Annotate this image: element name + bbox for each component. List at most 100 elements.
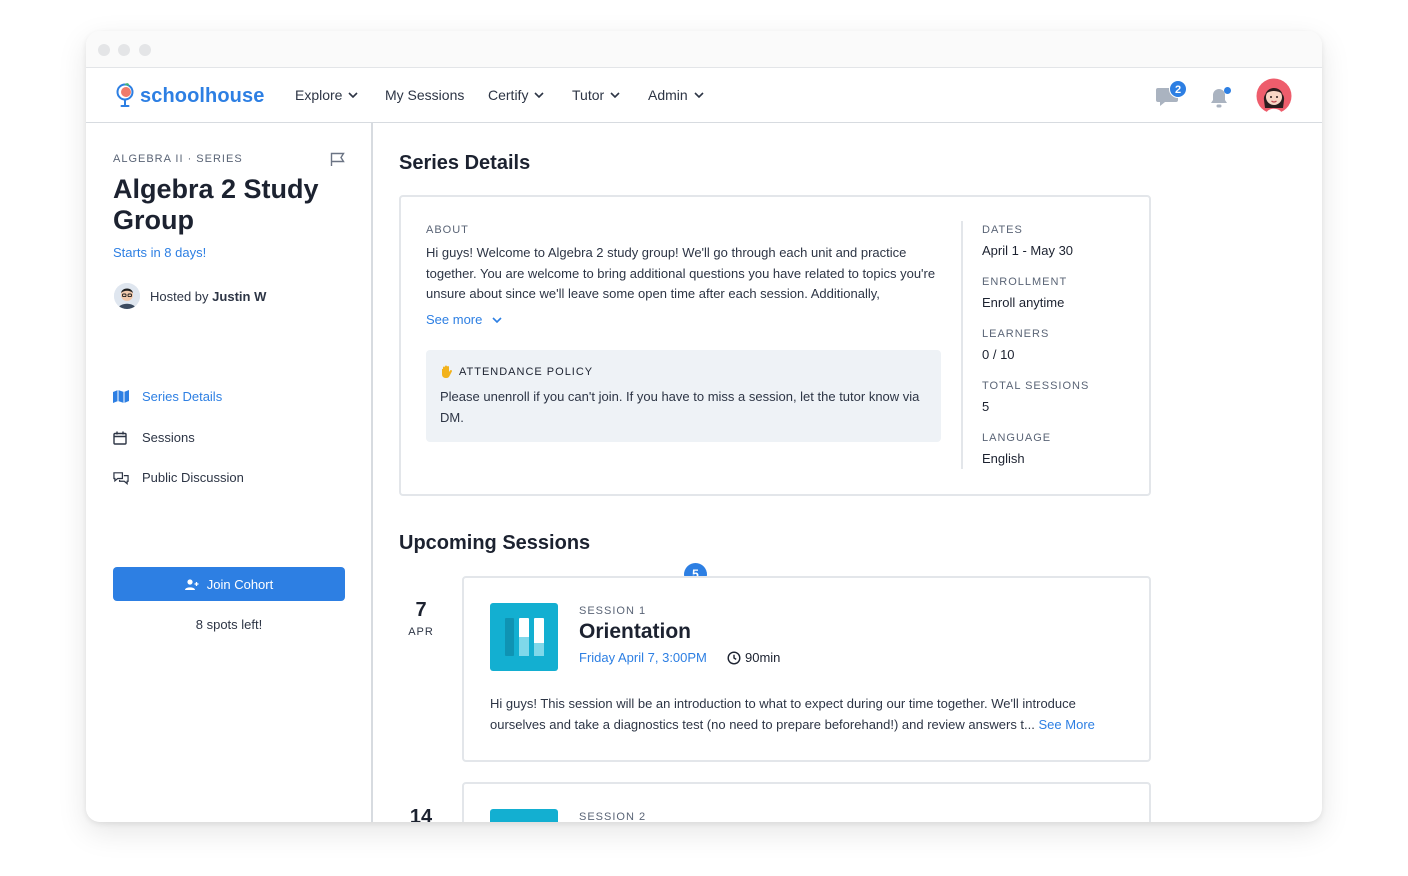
meta-language: LANGUAGE English xyxy=(982,432,1051,466)
session-card[interactable]: SESSION 1 Orientation Friday April 7, 3:… xyxy=(462,576,1151,762)
session-day: 7 xyxy=(415,599,427,621)
sidebar-item-label: Public Discussion xyxy=(142,470,244,485)
meta-enrollment: ENROLLMENT Enroll anytime xyxy=(982,276,1067,310)
bell-icon xyxy=(1211,87,1231,108)
session-month: APR xyxy=(408,626,434,638)
window-control-dot[interactable] xyxy=(139,44,151,56)
policy-header: ATTENDANCE POLICY xyxy=(440,365,593,379)
nav-tutor[interactable]: Tutor xyxy=(572,87,620,103)
upcoming-sessions-heading: Upcoming Sessions xyxy=(399,532,591,554)
policy-text: Please unenroll if you can't join. If yo… xyxy=(440,389,920,425)
session-duration-value: 90min xyxy=(745,650,781,665)
sidebar-item-label: Sessions xyxy=(142,430,195,445)
schoolhouse-logo-icon xyxy=(116,83,134,107)
meta-label: ENROLLMENT xyxy=(982,276,1068,288)
session-see-more-link[interactable]: See More xyxy=(1039,717,1095,732)
notifications-button[interactable] xyxy=(1209,87,1233,114)
clock-icon xyxy=(727,650,741,665)
meta-value: April 1 - May 30 xyxy=(982,243,1074,258)
see-more-link[interactable]: See more xyxy=(426,312,502,327)
chevron-down-icon xyxy=(694,92,704,98)
sidebar-item-series-details[interactable]: Series Details xyxy=(113,389,222,404)
meta-total-sessions: TOTAL SESSIONS 5 xyxy=(982,380,1089,414)
brand-name: schoolhouse xyxy=(140,84,265,107)
session-label: SESSION 2 xyxy=(579,811,647,822)
meta-label: DATES xyxy=(982,224,1023,236)
add-user-icon xyxy=(184,578,199,590)
chevron-down-icon xyxy=(348,92,359,98)
nav-label: Tutor xyxy=(572,87,605,103)
host-avatar-icon xyxy=(114,283,140,309)
session-title[interactable]: Orientation xyxy=(579,620,691,644)
discussion-icon xyxy=(113,471,129,485)
session-description-text: Hi guys! This session will be an introdu… xyxy=(490,696,1076,732)
brand-logo[interactable]: schoolhouse xyxy=(116,82,264,110)
nav-admin[interactable]: Admin xyxy=(648,87,704,103)
meta-label: LEARNERS xyxy=(982,328,1050,340)
about-text: Hi guys! Welcome to Algebra 2 study grou… xyxy=(426,245,936,301)
session-thumbnail xyxy=(490,603,558,671)
sidebar-item-sessions[interactable]: Sessions xyxy=(113,430,195,445)
nav-certify[interactable]: Certify xyxy=(488,87,545,103)
flag-button[interactable] xyxy=(330,152,346,172)
meta-value: Enroll anytime xyxy=(982,295,1065,310)
attendance-policy-box: ATTENDANCE POLICY Please unenroll if you… xyxy=(426,350,941,442)
host-info: Hosted by Justin W xyxy=(114,283,266,309)
main-content: Series Details ABOUT Hi guys! Welcome to… xyxy=(375,123,1322,822)
host-avatar[interactable] xyxy=(114,283,140,309)
about-label: ABOUT xyxy=(426,224,469,236)
meta-learners: LEARNERS 0 / 10 xyxy=(982,328,1049,362)
raised-hand-icon xyxy=(442,365,452,378)
series-title: Algebra 2 Study Group xyxy=(113,174,319,235)
join-cohort-button[interactable]: Join Cohort xyxy=(113,567,345,601)
nav-label: Admin xyxy=(648,87,688,103)
session-card[interactable]: SESSION 2 xyxy=(462,782,1151,822)
nav-my-sessions[interactable]: My Sessions xyxy=(385,87,464,103)
session-thumbnail xyxy=(490,809,558,822)
sidebar-item-label: Series Details xyxy=(142,389,223,404)
sidebar-item-public-discussion[interactable]: Public Discussion xyxy=(113,470,244,485)
join-cohort-label: Join Cohort xyxy=(206,576,274,592)
session-time: Friday April 7, 3:00PM xyxy=(579,650,707,665)
chevron-down-icon xyxy=(492,316,502,323)
messages-count-badge: 2 xyxy=(1169,80,1187,98)
session-duration: 90min xyxy=(727,650,780,665)
starts-countdown: Starts in 8 days! xyxy=(113,245,207,260)
book-stack-icon xyxy=(505,618,544,656)
user-avatar[interactable] xyxy=(1256,78,1292,119)
session-day: 14 xyxy=(409,806,433,822)
series-sidebar: ALGEBRA II · SERIES Algebra 2 Study Grou… xyxy=(86,123,373,822)
nav-label: My Sessions xyxy=(385,87,465,103)
session-label: SESSION 1 xyxy=(579,605,647,617)
nav-label: Certify xyxy=(488,87,529,103)
meta-label: LANGUAGE xyxy=(982,432,1052,444)
spots-remaining: 8 spots left! xyxy=(195,617,263,632)
series-details-card: ABOUT Hi guys! Welcome to Algebra 2 stud… xyxy=(399,195,1151,496)
policy-label: ATTENDANCE POLICY xyxy=(459,366,594,378)
series-eyebrow: ALGEBRA II · SERIES xyxy=(113,153,243,165)
map-icon xyxy=(113,390,129,403)
meta-value: English xyxy=(982,451,1025,466)
meta-divider xyxy=(961,221,963,469)
nav-label: Explore xyxy=(295,87,343,103)
host-name[interactable]: Justin W xyxy=(212,289,266,304)
host-prefix: Hosted by xyxy=(150,288,209,304)
chevron-down-icon xyxy=(534,92,545,98)
window-control-dot[interactable] xyxy=(98,44,110,56)
meta-value: 5 xyxy=(982,399,990,414)
calendar-icon xyxy=(113,431,129,445)
browser-window: schoolhouse Explore My Sessions Certify … xyxy=(86,31,1322,822)
nav-explore[interactable]: Explore xyxy=(295,87,359,103)
top-navigation: schoolhouse Explore My Sessions Certify … xyxy=(86,68,1322,123)
chevron-down-icon xyxy=(610,92,620,98)
see-more-label: See more xyxy=(426,312,483,327)
series-details-heading: Series Details xyxy=(399,152,531,174)
session-description: Hi guys! This session will be an introdu… xyxy=(490,694,1130,735)
meta-label: TOTAL SESSIONS xyxy=(982,380,1090,392)
avatar xyxy=(1256,78,1292,114)
meta-value: 0 / 10 xyxy=(982,347,1015,362)
flag-icon xyxy=(330,152,345,166)
window-titlebar xyxy=(86,31,1322,68)
window-control-dot[interactable] xyxy=(118,44,130,56)
meta-dates: DATES April 1 - May 30 xyxy=(982,224,1073,258)
